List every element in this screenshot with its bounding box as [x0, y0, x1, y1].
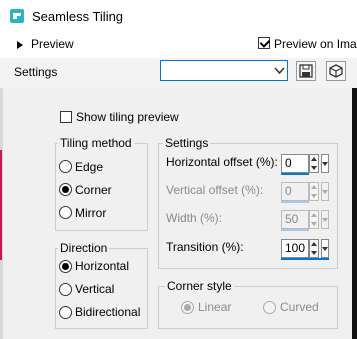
horizontal-offset-dropdown[interactable]: [321, 154, 329, 173]
horizontal-offset-slider[interactable]: [281, 173, 309, 175]
tiling-method-edge-label[interactable]: Edge: [75, 160, 103, 174]
tiling-method-mirror-radio[interactable]: [59, 206, 72, 219]
expand-triangle-icon[interactable]: [17, 41, 23, 49]
vertical-offset-input[interactable]: 0: [281, 182, 309, 201]
direction-horizontal-label[interactable]: Horizontal: [75, 259, 129, 273]
window-title: Seamless Tiling: [32, 9, 124, 24]
corner-style-linear-label[interactable]: Linear: [198, 300, 231, 314]
tiling-method-edge-radio[interactable]: [59, 160, 72, 173]
floppy-disk-icon: [299, 64, 313, 78]
direction-bidirectional-label[interactable]: Bidirectional: [75, 305, 140, 319]
vertical-offset-spinner[interactable]: [309, 182, 319, 201]
corner-style-curved-label[interactable]: Curved: [280, 300, 319, 314]
reset-button[interactable]: [326, 61, 346, 81]
settings-bar-label: Settings: [14, 65, 58, 79]
app-icon: [10, 9, 24, 23]
transition-dropdown[interactable]: [321, 239, 329, 258]
horizontal-offset-label: Horizontal offset (%):: [166, 155, 278, 169]
width-spinner[interactable]: [309, 210, 319, 229]
preview-on-image-label[interactable]: Preview on Imag: [274, 37, 357, 51]
vertical-offset-label: Vertical offset (%):: [166, 183, 264, 197]
tiling-method-corner-label[interactable]: Corner: [75, 183, 112, 197]
tiling-method-mirror-label[interactable]: Mirror: [75, 206, 106, 220]
background-accent-line: [0, 150, 2, 260]
show-tiling-preview-checkbox[interactable]: [60, 111, 72, 123]
transition-spinner[interactable]: [309, 239, 319, 258]
direction-vertical-label[interactable]: Vertical: [75, 282, 114, 296]
width-slider[interactable]: [281, 229, 309, 231]
vertical-offset-dropdown[interactable]: [321, 182, 329, 201]
direction-bidirectional-radio[interactable]: [59, 306, 72, 319]
show-tiling-preview-label[interactable]: Show tiling preview: [76, 110, 179, 124]
window-right-edge: [352, 88, 357, 339]
cube-icon: [329, 64, 343, 78]
transition-label: Transition (%):: [166, 240, 244, 254]
save-preset-button[interactable]: [296, 61, 316, 81]
horizontal-offset-input[interactable]: 0: [281, 154, 309, 173]
direction-title: Direction: [58, 241, 110, 255]
preview-on-image-checkbox[interactable]: [258, 37, 270, 49]
transition-input[interactable]: 100: [281, 239, 309, 258]
width-input[interactable]: 50: [281, 210, 309, 229]
tiling-method-corner-radio[interactable]: [59, 183, 72, 196]
corner-style-title: Corner style: [165, 279, 234, 293]
tiling-method-title: Tiling method: [58, 136, 134, 150]
preset-dropdown[interactable]: [160, 60, 288, 81]
horizontal-offset-spinner[interactable]: [309, 154, 319, 173]
width-dropdown[interactable]: [321, 210, 329, 229]
settings-group-title: Settings: [163, 136, 211, 150]
corner-style-linear-radio[interactable]: [181, 301, 194, 314]
corner-style-curved-radio[interactable]: [263, 301, 276, 314]
vertical-offset-slider[interactable]: [281, 201, 309, 203]
direction-horizontal-radio[interactable]: [59, 260, 72, 273]
transition-slider[interactable]: [281, 258, 329, 260]
width-label: Width (%):: [166, 211, 223, 225]
chevron-down-icon[interactable]: [272, 61, 287, 80]
direction-vertical-radio[interactable]: [59, 283, 72, 296]
preview-toggle-label[interactable]: Preview: [31, 37, 74, 51]
